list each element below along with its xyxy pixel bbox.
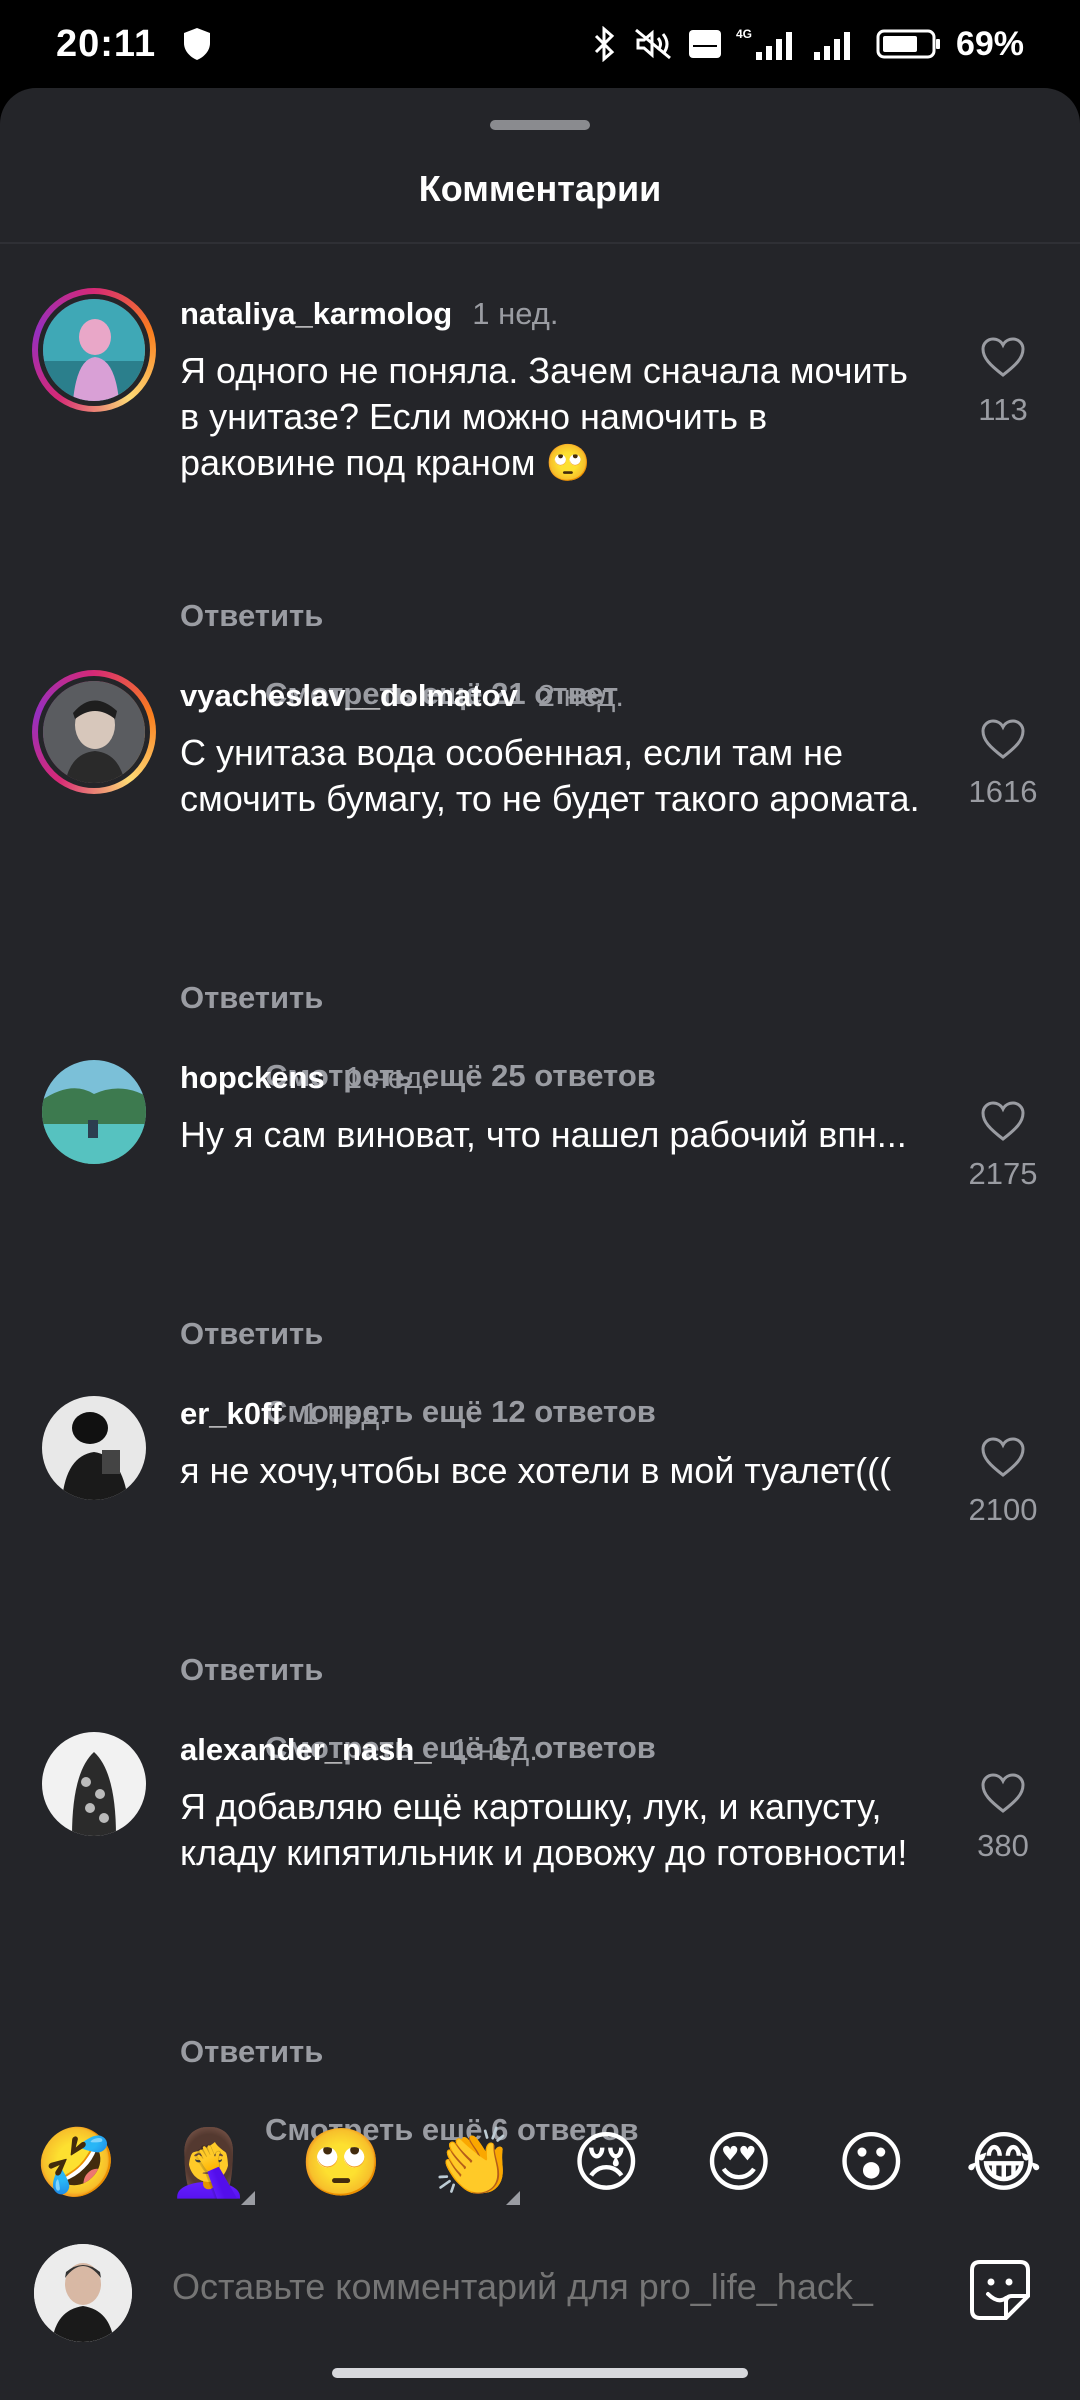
comment-text: С унитаза вода особенная, если там не см… <box>180 732 920 819</box>
bluetooth-icon <box>594 26 615 62</box>
emoji-bar: 🤣 🤦‍♀️ 🙄 👏 😢 😍 😮 😂 <box>0 2110 1080 2214</box>
reply-button[interactable]: Ответить <box>180 980 323 1016</box>
emoji-facepalm-glyph: 🤦‍♀️ <box>167 2125 250 2199</box>
emoji-clap[interactable]: 👏 <box>424 2129 524 2205</box>
status-bar: 20:11 4G 69% <box>0 0 1080 88</box>
comment-time: 1 нед. <box>472 296 559 331</box>
status-icons: 4G 69% <box>592 25 1024 64</box>
comment-username[interactable]: hopckens <box>180 1060 325 1096</box>
battery-percent: 69% <box>955 24 1024 63</box>
emoji-surprised[interactable]: 😮 <box>821 2129 921 2195</box>
comment-time: 1 нед. <box>344 1060 431 1095</box>
shield-icon <box>184 28 211 60</box>
avatar[interactable] <box>32 288 156 412</box>
heart-icon <box>981 1101 1025 1141</box>
skin-tone-indicator-icon <box>240 2191 255 2205</box>
like-count: 2175 <box>968 1156 1038 1191</box>
volte-icon <box>688 30 721 58</box>
comment-text: Я добавляю ещё картошку, лук, и капусту,… <box>180 1786 908 1873</box>
avatar[interactable] <box>42 1060 146 1164</box>
signal-icon <box>813 32 850 60</box>
like-button[interactable]: 1616 <box>940 718 1066 810</box>
sheet-title: Комментарии <box>418 168 662 209</box>
heart-icon <box>981 1773 1025 1813</box>
emoji-heart-eyes[interactable]: 😍 <box>689 2129 789 2195</box>
comment-text: Я одного не поняла. Зачем сначала мочить… <box>180 350 908 483</box>
svg-text:4G: 4G <box>736 27 752 41</box>
comment-username[interactable]: nataliya_karmolog <box>180 296 452 332</box>
like-count: 2100 <box>968 1492 1038 1527</box>
like-button[interactable]: 113 <box>940 336 1066 428</box>
emoji-eye-roll[interactable]: 🙄 <box>291 2129 391 2195</box>
avatar[interactable] <box>42 1396 146 1500</box>
reply-button[interactable]: Ответить <box>180 1652 323 1688</box>
avatar[interactable] <box>32 670 156 794</box>
comment-time: 2 нед. <box>537 678 624 713</box>
sheet-grabber[interactable] <box>490 120 590 130</box>
heart-icon <box>981 719 1025 759</box>
reply-button[interactable]: Ответить <box>180 2034 323 2070</box>
emoji-tears-of-joy[interactable]: 😂 <box>954 2129 1054 2195</box>
comment-input[interactable] <box>172 2266 932 2308</box>
battery-icon <box>876 29 940 59</box>
mute-vibrate-icon <box>634 28 671 60</box>
avatar[interactable] <box>42 1732 146 1836</box>
signal-4g-icon: 4G <box>736 27 792 60</box>
like-count: 113 <box>978 392 1028 427</box>
current-user-avatar <box>34 2244 132 2342</box>
comment-username[interactable]: vyacheslav__dolmatov <box>180 678 518 714</box>
emoji-cry[interactable]: 😢 <box>556 2129 656 2195</box>
reply-button[interactable]: Ответить <box>180 598 323 634</box>
comment-time: 1 нед. <box>301 1396 388 1431</box>
skin-tone-indicator-icon <box>505 2191 520 2205</box>
status-time: 20:11 <box>56 22 157 65</box>
comment-username[interactable]: alexander_nash_ <box>180 1732 432 1768</box>
comment-username[interactable]: er_k0ff <box>180 1396 282 1432</box>
like-count: 1616 <box>968 774 1038 809</box>
like-button[interactable]: 380 <box>940 1772 1066 1864</box>
like-count: 380 <box>977 1828 1029 1863</box>
sticker-icon[interactable] <box>968 2258 1032 2322</box>
emoji-clap-glyph: 👏 <box>432 2125 515 2199</box>
comment-text: Ну я сам виноват, что нашел рабочий впн.… <box>180 1114 907 1155</box>
heart-icon <box>981 1437 1025 1477</box>
comments-sheet: Комментарии nataliya_karmolog 1 нед. Я о <box>0 88 1080 2400</box>
comment-text: я не хочу,чтобы все хотели в мой туалет(… <box>180 1450 892 1491</box>
reply-button[interactable]: Ответить <box>180 1316 323 1352</box>
comment-composer <box>0 2228 1080 2358</box>
divider <box>0 242 1080 244</box>
like-button[interactable]: 2100 <box>940 1436 1066 1528</box>
emoji-rofl[interactable]: 🤣 <box>26 2129 126 2195</box>
like-button[interactable]: 2175 <box>940 1100 1066 1192</box>
comment-time: 1 нед. <box>451 1732 538 1767</box>
emoji-facepalm[interactable]: 🤦‍♀️ <box>159 2129 259 2205</box>
heart-icon <box>981 337 1025 377</box>
home-indicator[interactable] <box>332 2368 748 2378</box>
